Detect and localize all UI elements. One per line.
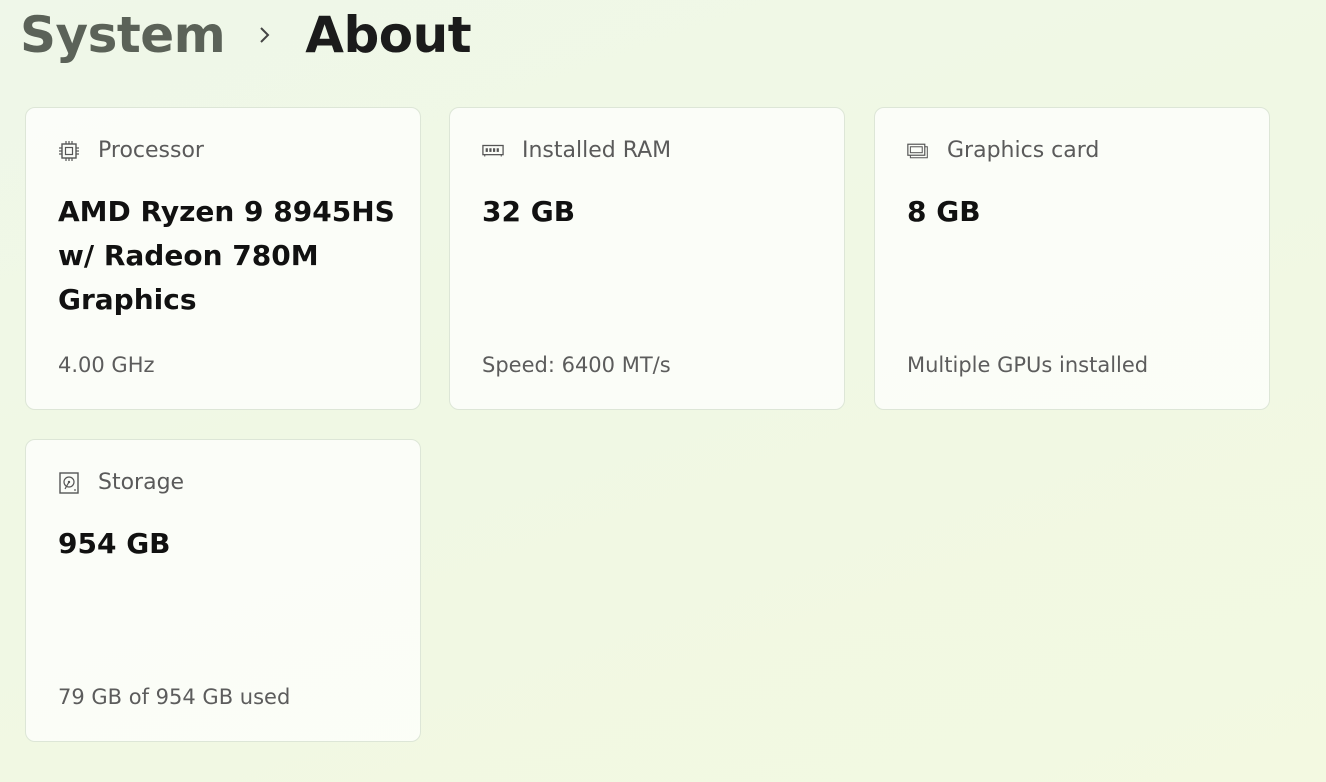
ram-value: 32 GB [482, 195, 576, 228]
chevron-right-icon [259, 26, 271, 44]
processor-label: Processor [98, 138, 204, 163]
ram-card-header: Installed RAM [482, 138, 671, 163]
graphics-card-value: 8 GB [907, 195, 981, 228]
graphics-card-icon [907, 140, 929, 162]
graphics-card-label: Graphics card [947, 138, 1100, 163]
storage-label: Storage [98, 470, 185, 495]
storage-card-header: Storage [58, 470, 184, 495]
ram-label: Installed RAM [522, 138, 672, 163]
storage-card[interactable]: Storage 954 GB 79 GB of 954 GB used [25, 439, 421, 742]
processor-speed: 4.00 GHz [58, 353, 155, 377]
storage-value: 954 GB [58, 527, 171, 560]
processor-card[interactable]: Processor AMD Ryzen 9 8945HS w/ Radeon 7… [25, 107, 421, 410]
ram-speed: Speed: 6400 MT/s [482, 353, 671, 377]
breadcrumb: System About [20, 2, 472, 68]
graphics-card-card[interactable]: Graphics card 8 GB Multiple GPUs install… [874, 107, 1270, 410]
cpu-icon [58, 140, 80, 162]
graphics-card-header: Graphics card [907, 138, 1099, 163]
breadcrumb-system-link[interactable]: System [20, 6, 226, 64]
hard-drive-icon [58, 471, 80, 494]
memory-icon [482, 140, 504, 162]
storage-usage: 79 GB of 954 GB used [58, 685, 291, 709]
processor-value: AMD Ryzen 9 8945HS w/ Radeon 780M Graphi… [58, 195, 395, 316]
ram-card[interactable]: Installed RAM 32 GB Speed: 6400 MT/s [449, 107, 845, 410]
page-title: About [305, 6, 472, 64]
processor-card-header: Processor [58, 138, 204, 163]
graphics-card-detail: Multiple GPUs installed [907, 353, 1149, 377]
